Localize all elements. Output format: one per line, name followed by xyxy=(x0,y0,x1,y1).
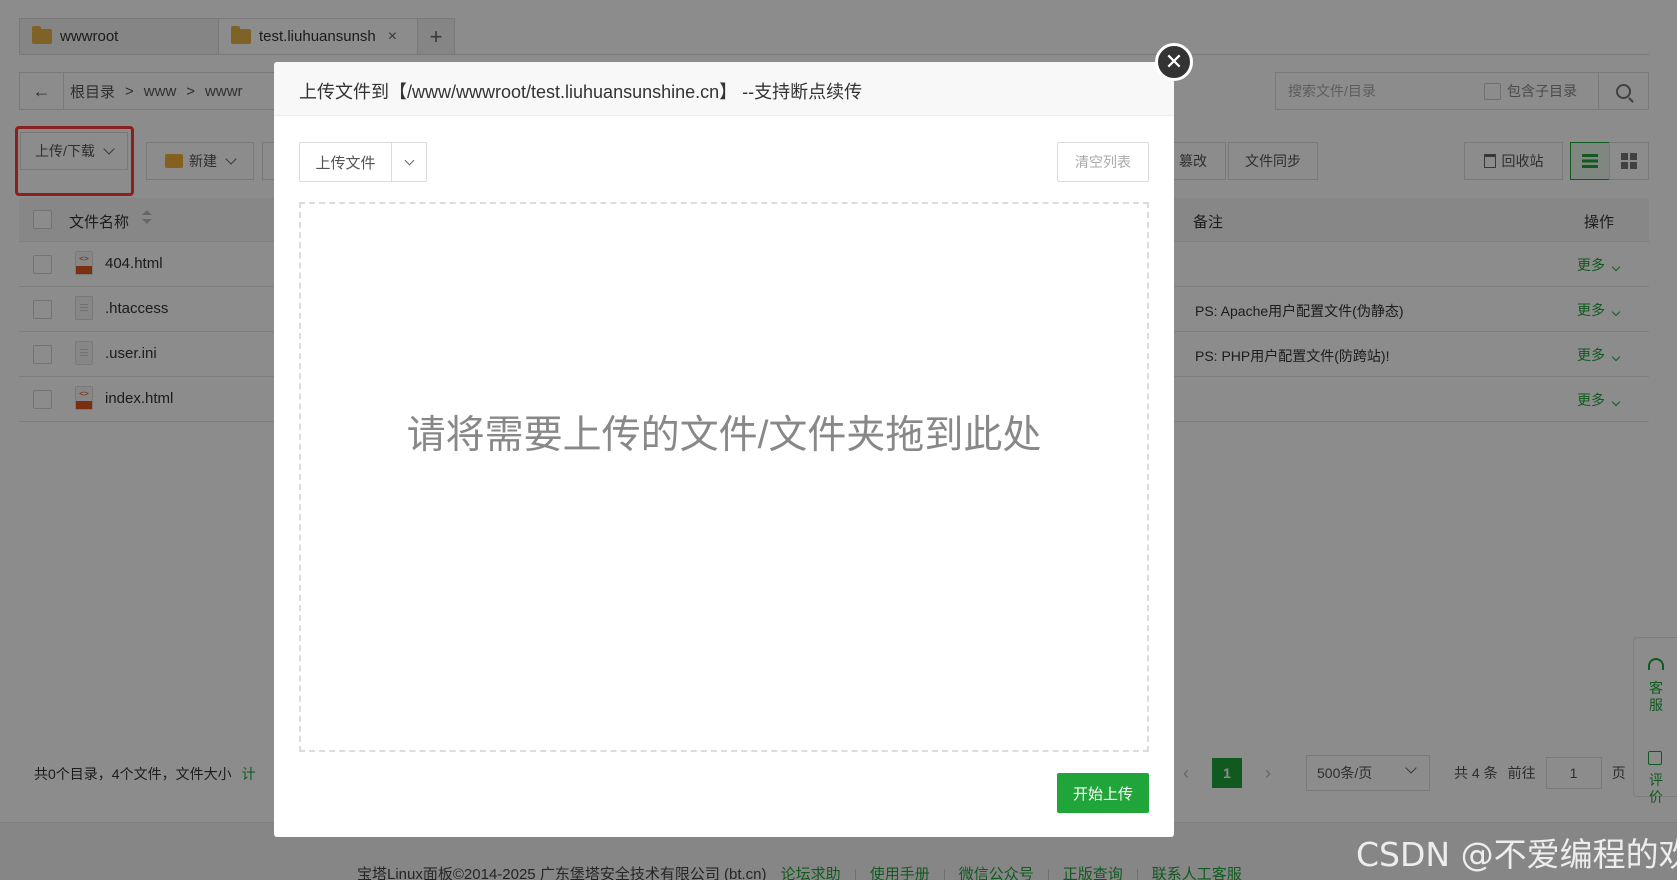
watermark: CSDN @不爱编程的欢 xyxy=(1356,835,1677,874)
drop-zone[interactable]: 请将需要上传的文件/文件夹拖到此处 xyxy=(299,202,1149,752)
upload-file-label[interactable]: 上传文件 xyxy=(300,143,392,181)
chevron-down-icon xyxy=(404,155,414,165)
dialog-title: 上传文件到【/www/wwwroot/test.liuhuansunshine.… xyxy=(299,82,863,102)
clear-list-button[interactable]: 清空列表 xyxy=(1057,142,1149,182)
drop-hint: 请将需要上传的文件/文件夹拖到此处 xyxy=(406,414,1042,457)
upload-dialog: 上传文件到【/www/wwwroot/test.liuhuansunshine.… xyxy=(274,62,1174,837)
close-dialog-button[interactable]: ✕ xyxy=(1155,43,1193,81)
upload-file-button[interactable]: 上传文件 xyxy=(299,142,427,182)
dialog-header: 上传文件到【/www/wwwroot/test.liuhuansunshine.… xyxy=(274,62,1174,116)
start-upload-button[interactable]: 开始上传 xyxy=(1057,773,1149,813)
upload-options-toggle[interactable] xyxy=(392,143,426,181)
